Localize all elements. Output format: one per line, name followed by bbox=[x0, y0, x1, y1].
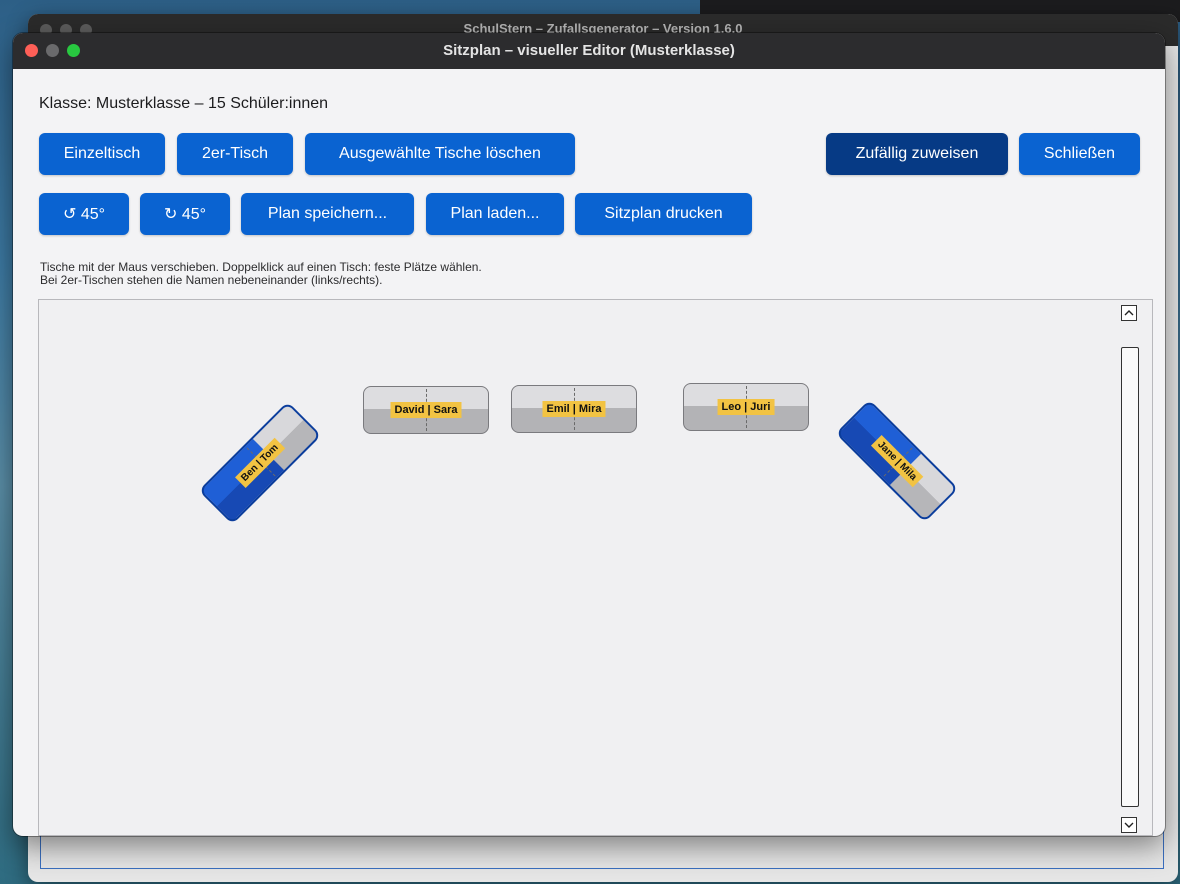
save-plan-button[interactable]: Plan speichern... bbox=[241, 193, 414, 235]
scroll-down-button[interactable] bbox=[1121, 817, 1137, 833]
instructions-text: Tische mit der Maus verschieben. Doppelk… bbox=[40, 261, 482, 287]
class-info-label: Klasse: Musterklasse – 15 Schüler:innen bbox=[39, 95, 329, 112]
seating-editor-window: Sitzplan – visueller Editor (Musterklass… bbox=[13, 33, 1165, 836]
desk-names: David | Sara bbox=[390, 402, 462, 418]
rotate-right-button[interactable]: ↻ 45° bbox=[140, 193, 230, 235]
close-button[interactable]: Schließen bbox=[1019, 133, 1140, 175]
seating-canvas[interactable]: Ben | Tom David | Sara Emil | Mira Leo |… bbox=[38, 299, 1153, 836]
load-plan-button[interactable]: Plan laden... bbox=[426, 193, 564, 235]
add-double-desk-button[interactable]: 2er-Tisch bbox=[177, 133, 293, 175]
window-title: Sitzplan – visueller Editor (Musterklass… bbox=[443, 42, 735, 59]
rotate-left-button[interactable]: ↺ 45° bbox=[39, 193, 129, 235]
desk-names: Emil | Mira bbox=[542, 401, 606, 417]
window-controls bbox=[25, 44, 80, 57]
desk-double[interactable]: Leo | Juri bbox=[683, 383, 809, 431]
random-assign-button[interactable]: Zufällig zuweisen bbox=[826, 133, 1008, 175]
instructions-line-2: Bei 2er-Tischen stehen die Namen nebenei… bbox=[40, 273, 383, 287]
scroll-up-button[interactable] bbox=[1121, 305, 1137, 321]
chevron-up-icon bbox=[1124, 310, 1134, 316]
minimize-window-button[interactable] bbox=[46, 44, 59, 57]
add-single-desk-button[interactable]: Einzeltisch bbox=[39, 133, 165, 175]
maximize-window-button[interactable] bbox=[67, 44, 80, 57]
desk-double[interactable]: Ben | Tom bbox=[198, 401, 322, 525]
delete-selected-desks-button[interactable]: Ausgewählte Tische löschen bbox=[305, 133, 575, 175]
window-titlebar: Sitzplan – visueller Editor (Musterklass… bbox=[13, 33, 1165, 69]
close-window-button[interactable] bbox=[25, 44, 38, 57]
desk-double[interactable]: Jane | Mila bbox=[835, 399, 959, 523]
desk-double[interactable]: David | Sara bbox=[363, 386, 489, 434]
desk-double[interactable]: Emil | Mira bbox=[511, 385, 637, 433]
print-plan-button[interactable]: Sitzplan drucken bbox=[575, 193, 752, 235]
chevron-down-icon bbox=[1124, 822, 1134, 828]
vertical-scrollbar[interactable] bbox=[1121, 347, 1139, 807]
desk-names: Leo | Juri bbox=[717, 399, 775, 415]
